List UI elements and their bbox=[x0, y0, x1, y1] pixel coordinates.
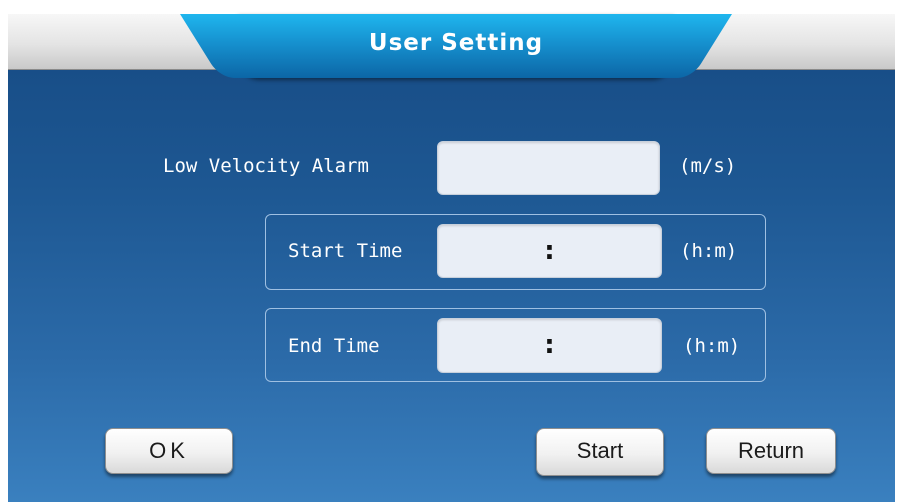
start-time-unit: (h:m) bbox=[680, 240, 738, 262]
start-button[interactable]: Start bbox=[536, 428, 664, 476]
start-time-label: Start Time bbox=[288, 240, 403, 262]
end-time-input[interactable]: : bbox=[437, 318, 662, 373]
low-velocity-alarm-input[interactable] bbox=[437, 141, 660, 195]
ok-button[interactable]: OK bbox=[105, 428, 233, 474]
user-setting-screen: User Setting Low Velocity Alarm (m/s) St… bbox=[0, 0, 899, 504]
return-button[interactable]: Return bbox=[706, 428, 836, 474]
end-time-unit: (h:m) bbox=[683, 335, 741, 357]
start-time-input[interactable]: : bbox=[437, 224, 662, 278]
low-velocity-alarm-label: Low Velocity Alarm bbox=[163, 155, 369, 177]
low-velocity-alarm-unit: (m/s) bbox=[679, 155, 737, 177]
page-title: User Setting bbox=[368, 30, 544, 56]
title-tab: User Setting bbox=[238, 14, 674, 78]
end-time-label: End Time bbox=[288, 335, 380, 357]
